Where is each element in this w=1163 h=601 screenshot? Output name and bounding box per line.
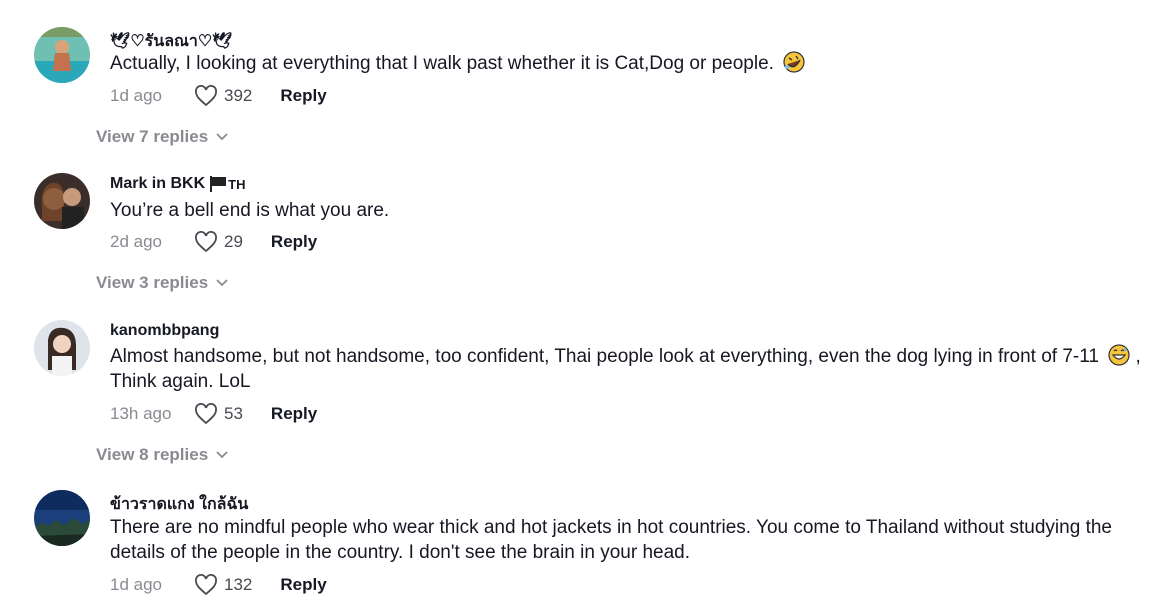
chevron-down-icon [216, 279, 228, 287]
view-replies-label: View 3 replies [96, 273, 209, 292]
view-replies-button[interactable]: View 3 replies [96, 273, 228, 293]
comment-meta: 1d ago 392 Reply [110, 84, 327, 108]
avatar[interactable] [34, 490, 90, 546]
comment-text-content: Actually, I looking at everything that I… [110, 53, 774, 74]
reply-button[interactable]: Reply [271, 232, 317, 252]
like-button[interactable]: 132 [194, 574, 252, 596]
like-button[interactable]: 29 [194, 231, 243, 253]
comment-username[interactable]: kanombbpang [110, 322, 219, 340]
view-replies-button[interactable]: View 8 replies [96, 445, 228, 465]
comment-text-content: Almost handsome, but not handsome, too c… [110, 346, 1099, 367]
comment-text: Actually, I looking at everything that I… [110, 51, 1145, 76]
reply-button[interactable]: Reply [280, 86, 326, 106]
chevron-down-icon [216, 133, 228, 141]
flag-label: TH [228, 176, 246, 192]
comment-meta: 13h ago 53 Reply [110, 402, 317, 426]
avatar[interactable] [34, 27, 90, 83]
like-count: 29 [224, 232, 243, 251]
like-button[interactable]: 392 [194, 85, 252, 107]
view-replies-label: View 8 replies [96, 445, 209, 464]
view-replies-button[interactable]: View 7 replies [96, 127, 228, 147]
comment-meta: 1d ago 132 Reply [110, 573, 327, 597]
like-count: 53 [224, 404, 243, 423]
comment-username-text: Mark in BKK [110, 175, 206, 192]
comment-text: There are no mindful people who wear thi… [110, 517, 1112, 563]
comment-text: You’re a bell end is what you are. [110, 200, 390, 221]
comment-username[interactable]: ข้าวราดแกง ใกล้ฉัน [110, 492, 248, 517]
comment-timestamp: 1d ago [110, 86, 162, 105]
heart-icon [195, 85, 217, 107]
like-count: 392 [224, 86, 253, 105]
rolling-on-floor-laughing-emoji-icon [783, 51, 805, 73]
comment-timestamp: 1d ago [110, 575, 162, 594]
chevron-down-icon [216, 451, 228, 459]
comment-timestamp: 2d ago [110, 232, 162, 251]
flag-icon: TH [208, 175, 245, 193]
like-button[interactable]: 53 [194, 403, 243, 425]
reply-button[interactable]: Reply [271, 404, 317, 424]
heart-icon [195, 574, 217, 596]
comment-meta: 2d ago 29 Reply [110, 230, 317, 254]
like-count: 132 [224, 575, 253, 594]
grinning-sweat-emoji-icon [1108, 344, 1130, 366]
avatar[interactable] [34, 320, 90, 376]
comment-timestamp: 13h ago [110, 404, 172, 423]
avatar[interactable] [34, 173, 90, 229]
view-replies-label: View 7 replies [96, 127, 209, 146]
heart-icon [195, 403, 217, 425]
reply-button[interactable]: Reply [280, 575, 326, 595]
heart-icon [195, 231, 217, 253]
comment-username[interactable]: Mark in BKK TH [110, 175, 245, 193]
comment-text: Almost handsome, but not handsome, too c… [110, 344, 1145, 394]
